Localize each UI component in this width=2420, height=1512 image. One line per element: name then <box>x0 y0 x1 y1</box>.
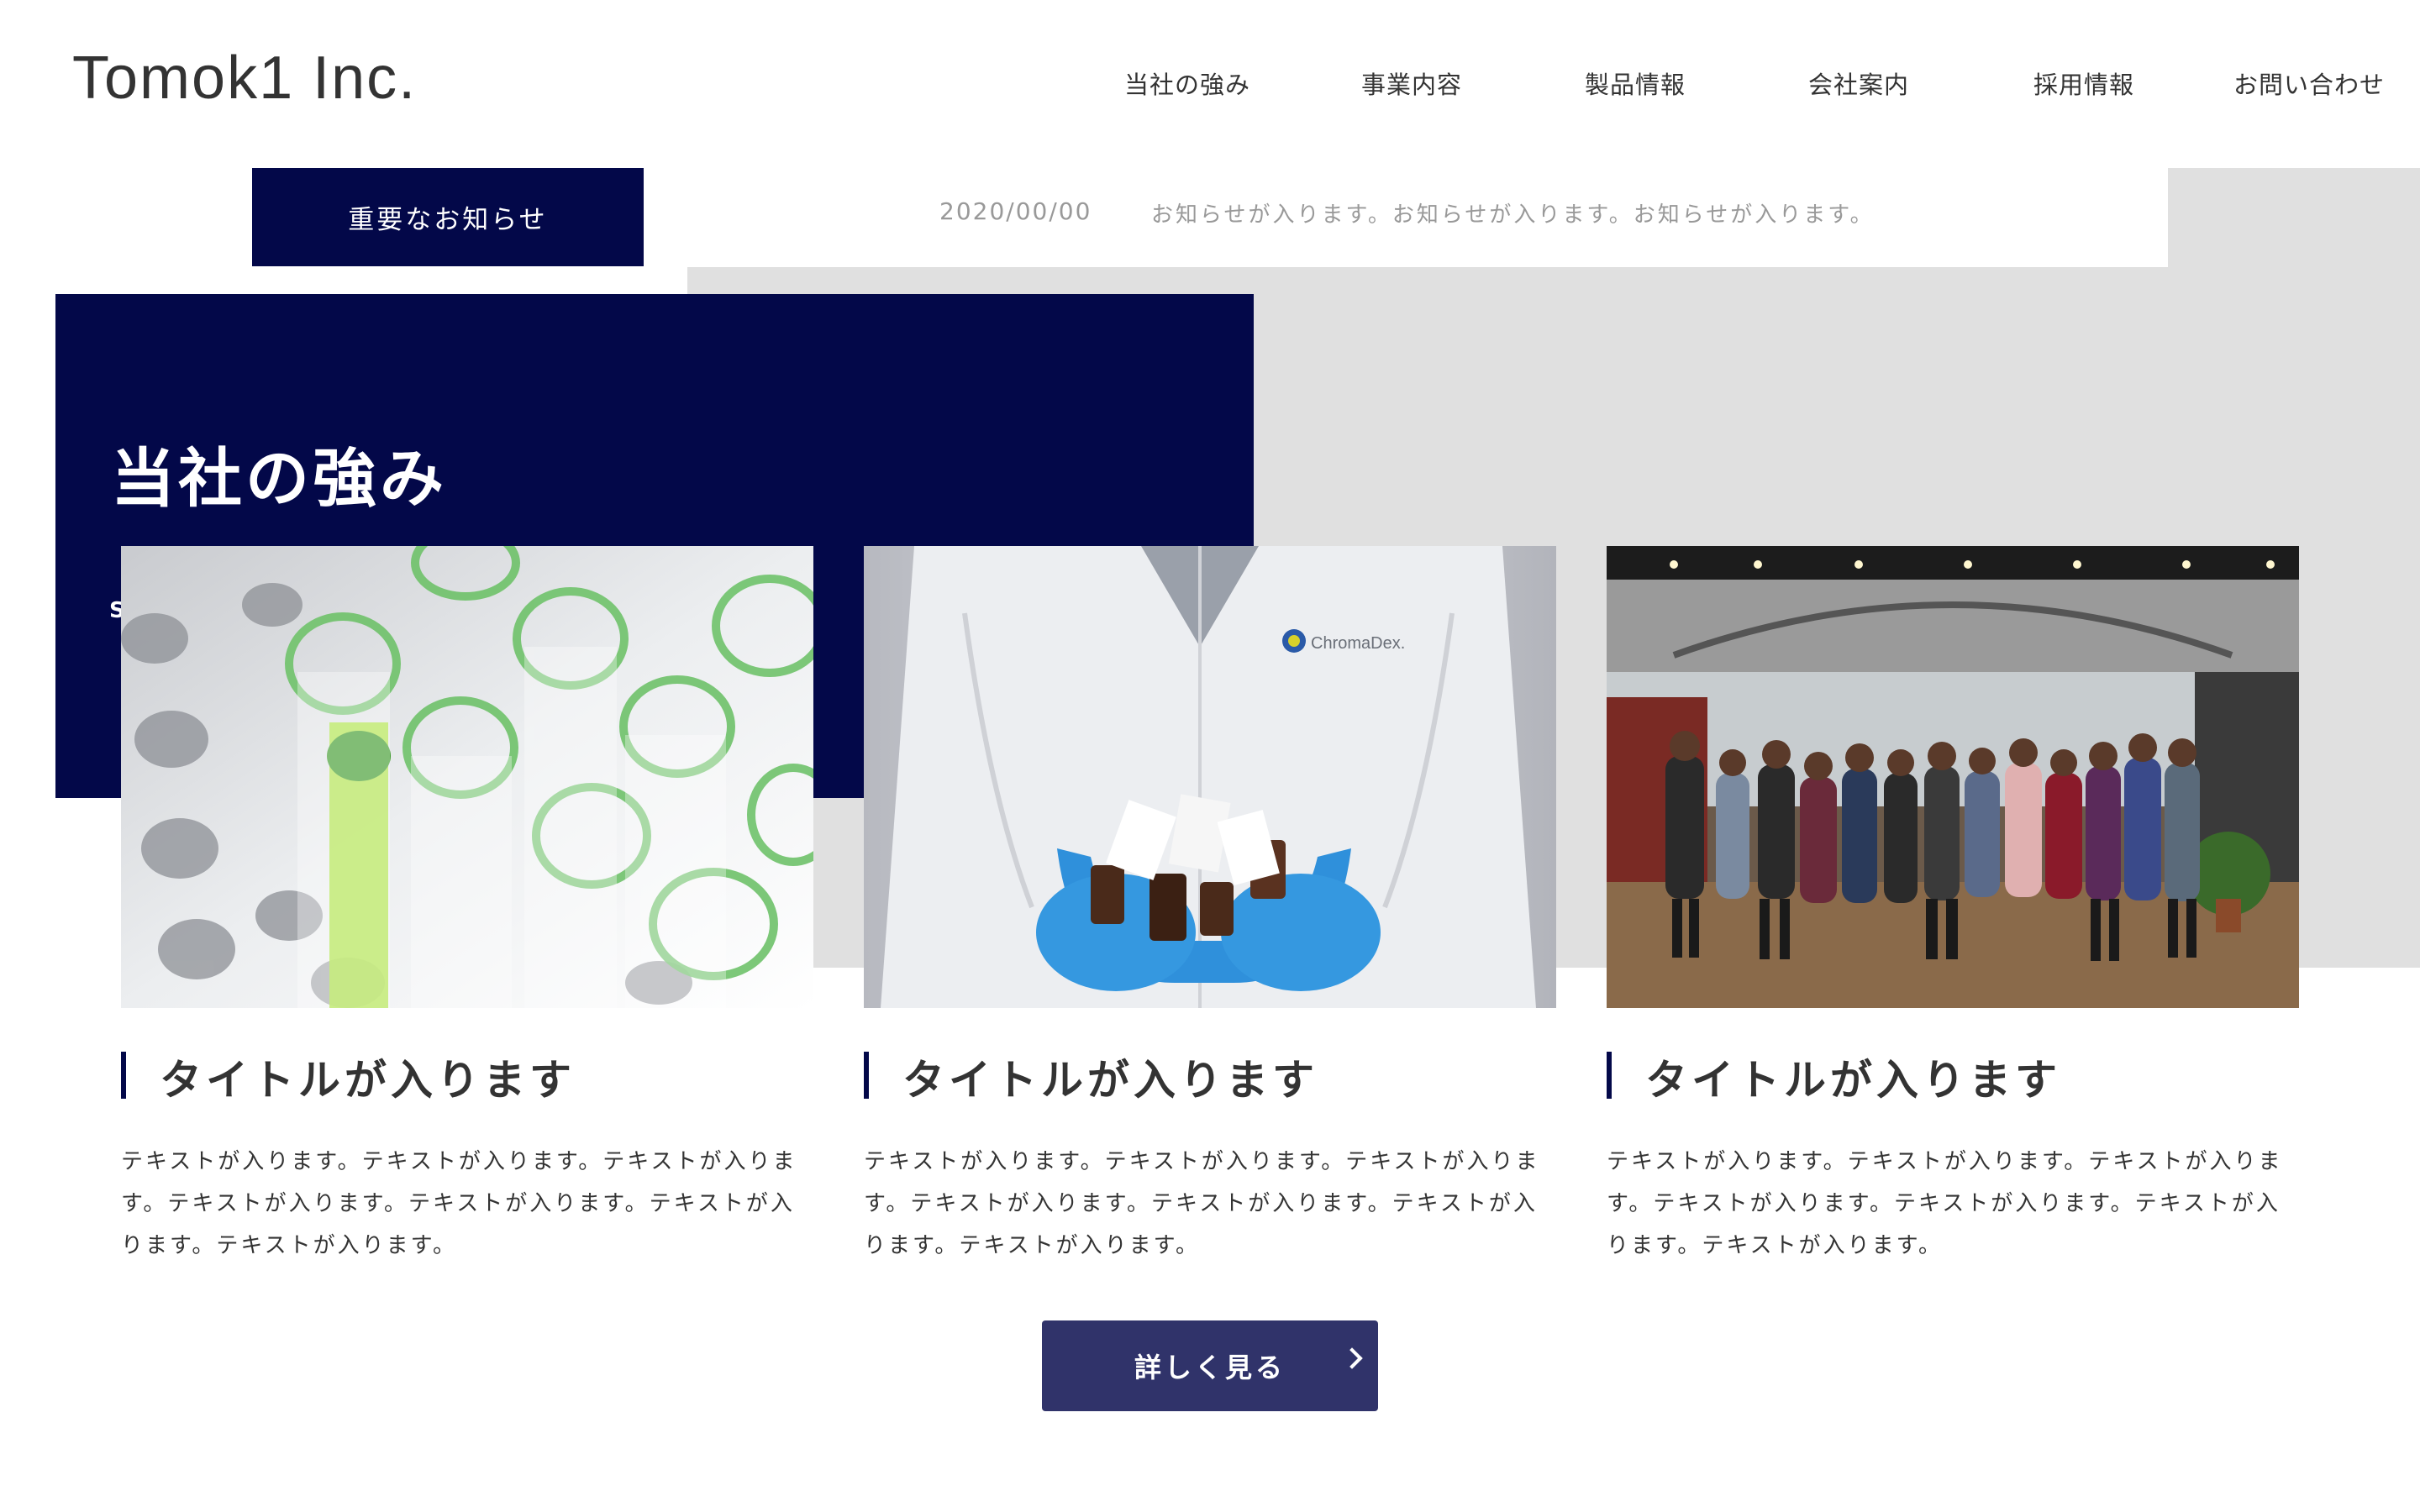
important-notice-button[interactable]: 重要なお知らせ <box>252 168 644 266</box>
card-image-team <box>1607 546 2299 1008</box>
lab-coat-logo-text: ChromaDex. <box>1311 634 1405 653</box>
nav-item-products[interactable]: 製品情報 <box>1585 66 1686 101</box>
site-logo[interactable]: Tomok1 Inc. <box>72 44 417 113</box>
view-more-button[interactable]: 詳しく見る <box>1042 1320 1378 1411</box>
chevron-right-icon <box>1341 1347 1363 1369</box>
card-title-accent <box>864 1052 869 1099</box>
card-description: テキストが入ります。テキストが入ります。テキストが入ります。テキストが入ります。… <box>1607 1149 2283 1258</box>
card-title: タイトルが入ります <box>1645 1056 2061 1105</box>
nav-item-contact[interactable]: お問い合わせ <box>2233 66 2385 101</box>
card-title-accent <box>1607 1052 1612 1099</box>
card-title: タイトルが入ります <box>160 1056 576 1105</box>
card-image-test-tubes <box>121 546 813 1008</box>
card-title: タイトルが入ります <box>902 1056 1318 1105</box>
card-description: テキストが入ります。テキストが入ります。テキストが入ります。テキストが入ります。… <box>121 1149 797 1258</box>
nav-item-recruit[interactable]: 採用情報 <box>2033 66 2134 101</box>
nav-item-business[interactable]: 事業内容 <box>1361 66 1462 101</box>
nav-item-company[interactable]: 会社案内 <box>1808 66 1909 101</box>
section-title: 当社の強み <box>111 441 447 516</box>
background-band-corner <box>2168 168 2420 269</box>
card-title-accent <box>121 1052 126 1099</box>
card-description: テキストが入ります。テキストが入ります。テキストが入ります。テキストが入ります。… <box>864 1149 1540 1258</box>
card-image-lab-coat: ChromaDex. <box>864 546 1556 1008</box>
notice-date: 2020/00/00 <box>939 197 1092 225</box>
nav-item-strengths[interactable]: 当社の強み <box>1124 66 1250 101</box>
view-more-label: 詳しく見る <box>1134 1352 1286 1383</box>
notice-text[interactable]: お知らせが入ります。お知らせが入ります。お知らせが入ります。 <box>1151 197 1875 228</box>
